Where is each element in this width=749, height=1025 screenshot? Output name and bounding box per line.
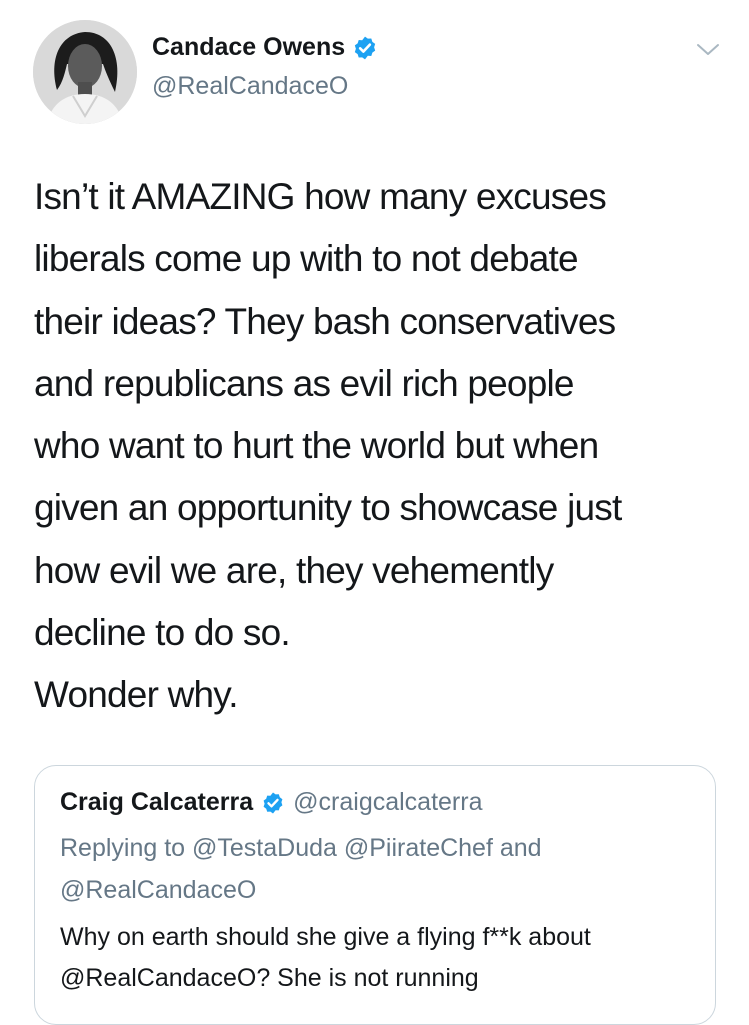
author-name[interactable]: Candace Owens <box>152 33 345 62</box>
quoted-tweet-text: Why on earth should she give a flying f*… <box>60 923 591 992</box>
avatar-photo <box>33 20 137 124</box>
replying-to-text: Replying to @TestaDuda @PiirateChef and … <box>60 834 542 904</box>
tweet-card: Candace Owens @RealCandaceO Isn’t it AMA… <box>0 0 749 1025</box>
verified-badge-icon <box>263 792 283 813</box>
avatar[interactable] <box>33 20 137 124</box>
tweet-text: Isn’t it AMAZING how many excuses libera… <box>34 176 622 716</box>
quoted-author-handle: @craigcalcaterra <box>293 788 483 816</box>
quoted-tweet[interactable]: Craig Calcaterra @craigcalcaterra Replyi… <box>34 765 716 1025</box>
quoted-tweet-header: Craig Calcaterra @craigcalcaterra <box>60 788 483 817</box>
chevron-down-icon[interactable] <box>695 40 721 60</box>
author-name-row[interactable]: Candace Owens <box>152 33 378 62</box>
quoted-author-name: Craig Calcaterra <box>60 788 254 816</box>
author-handle[interactable]: @RealCandaceO <box>152 72 348 101</box>
verified-badge-icon <box>354 36 376 59</box>
